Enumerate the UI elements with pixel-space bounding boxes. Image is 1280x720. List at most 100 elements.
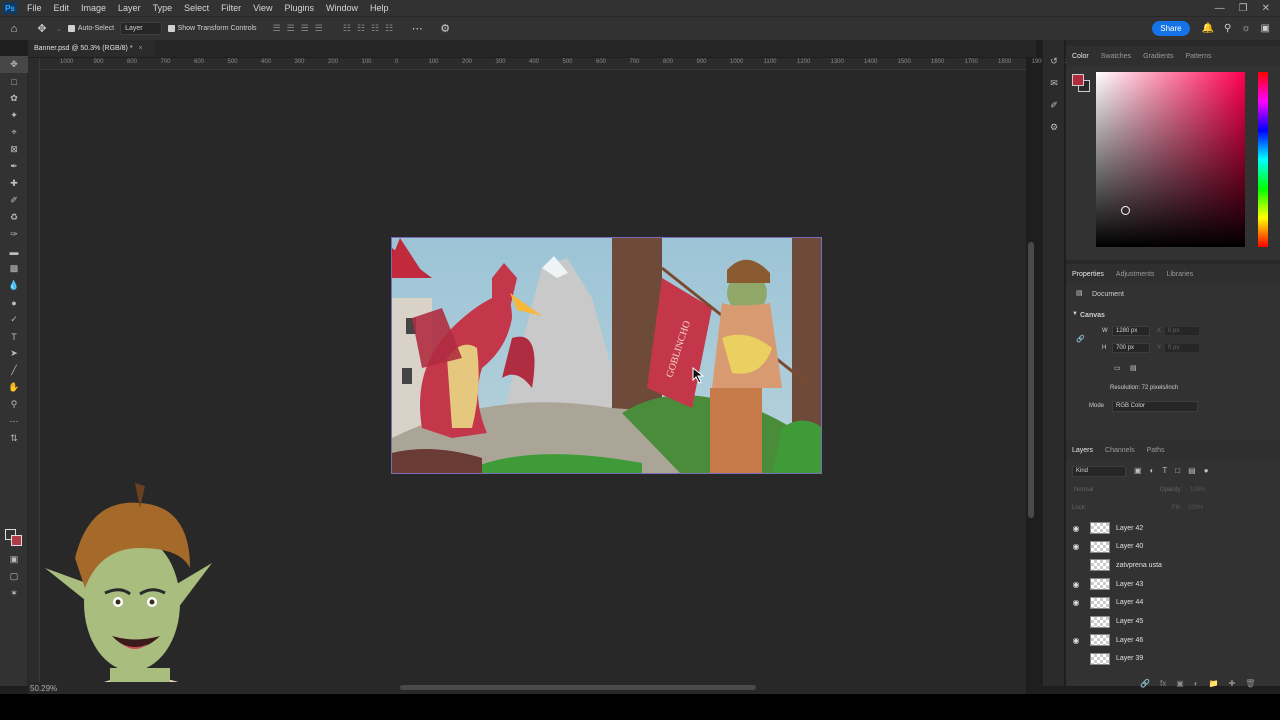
width-input[interactable]: 1280 px (1112, 326, 1150, 336)
document-tab[interactable]: Banner.psd @ 50.3% (RGB/8) * × (28, 40, 154, 57)
layer-row[interactable]: ◉ Layer 42 (1066, 519, 1274, 537)
hue-slider[interactable] (1258, 72, 1268, 247)
new-layer-icon[interactable]: ✚ (1229, 679, 1236, 688)
layer-name[interactable]: Layer 42 (1116, 525, 1143, 532)
delete-layer-icon[interactable]: 🗑 (1245, 679, 1255, 688)
layer-name[interactable]: Layer 44 (1116, 599, 1143, 606)
y-input[interactable]: 0 px (1164, 343, 1200, 353)
path-select-icon[interactable]: ➤ (0, 345, 28, 362)
brush-tool-icon[interactable]: ✐ (0, 192, 28, 209)
layer-name[interactable]: Layer 39 (1116, 655, 1143, 662)
tab-layers[interactable]: Layers (1072, 447, 1093, 454)
screen-mode-icon[interactable]: ▢ (0, 568, 28, 585)
distribute-icon[interactable]: ☰ (315, 23, 323, 34)
filter-smart-icon[interactable]: ▤ (1188, 466, 1196, 475)
history-brush-icon[interactable]: ✑ (0, 226, 28, 243)
panel-foreground-swatch[interactable] (1072, 74, 1084, 86)
layer-row[interactable]: Layer 45 (1066, 613, 1274, 631)
layer-select-dropdown[interactable]: Layer (120, 22, 162, 35)
discover-icon[interactable]: ☼ (1241, 23, 1250, 34)
new-group-icon[interactable]: 📁 (1209, 679, 1219, 688)
layer-row[interactable]: zatvprena usta (1066, 556, 1274, 574)
x-input[interactable]: 0 px (1164, 326, 1200, 336)
color-picker-field[interactable] (1096, 72, 1245, 247)
settings-gear-icon[interactable]: ⚙ (437, 21, 453, 37)
adjust-icon[interactable]: ⚙ (1043, 116, 1065, 138)
filter-pixel-icon[interactable]: ▣ (1134, 466, 1142, 475)
portrait-icon[interactable]: ▭ (1114, 364, 1121, 372)
align-right-icon[interactable]: ☰ (301, 23, 309, 34)
zoom-level[interactable]: 50.29% (30, 684, 57, 693)
type-tool-icon[interactable]: T (0, 328, 28, 345)
crop-tool-icon[interactable]: ⌖ (0, 124, 28, 141)
bell-icon[interactable]: 🔔 (1202, 23, 1214, 34)
layer-name[interactable]: Layer 46 (1116, 637, 1143, 644)
home-icon[interactable]: ⌂ (6, 21, 22, 37)
mode-dropdown[interactable]: RGB Color (1112, 401, 1198, 412)
generative-icon[interactable]: ✶ (0, 585, 28, 602)
tab-gradients[interactable]: Gradients (1143, 53, 1173, 60)
layer-row[interactable]: Layer 39 (1066, 650, 1274, 668)
move-tool-icon[interactable]: ✥ (0, 56, 28, 73)
hand-tool-icon[interactable]: ✋ (0, 379, 28, 396)
adjustment-layer-icon[interactable]: ◐ (1194, 679, 1199, 688)
close-icon[interactable]: ✕ (1262, 3, 1270, 14)
menu-plugins[interactable]: Plugins (278, 0, 320, 16)
layer-name[interactable]: Layer 45 (1116, 618, 1143, 625)
photoshop-logo[interactable]: Ps (3, 2, 17, 14)
layer-row[interactable]: ◉ Layer 46 (1066, 631, 1274, 649)
link-layers-icon[interactable]: 🔗 (1140, 679, 1150, 688)
healing-brush-icon[interactable]: ✚ (0, 175, 28, 192)
quick-mask-icon[interactable]: ▣ (0, 551, 28, 568)
layer-style-icon[interactable]: fx (1160, 679, 1166, 688)
tab-channels[interactable]: Channels (1105, 447, 1135, 454)
move-tool-icon[interactable]: ✥ (34, 21, 50, 37)
minimize-icon[interactable]: — (1215, 3, 1225, 14)
workspace-icon[interactable]: ▣ (1261, 23, 1270, 34)
tab-patterns[interactable]: Patterns (1185, 53, 1211, 60)
tab-properties[interactable]: Properties (1072, 271, 1104, 278)
restore-icon[interactable]: ❐ (1239, 3, 1248, 14)
visibility-eye-icon[interactable]: ◉ (1066, 598, 1086, 607)
filter-toggle-icon[interactable]: ● (1204, 466, 1209, 475)
eyedropper-icon[interactable]: ✒ (0, 158, 28, 175)
align-top-icon[interactable]: ☷ (343, 23, 351, 34)
visibility-eye-icon[interactable]: ◉ (1066, 580, 1086, 589)
opacity-input[interactable]: 100% (1190, 487, 1205, 493)
blend-mode-dropdown[interactable]: Normal (1074, 487, 1093, 493)
align-bottom-icon[interactable]: ☷ (371, 23, 379, 34)
document-canvas[interactable]: GOBLINCHO (391, 237, 822, 474)
menu-filter[interactable]: Filter (215, 0, 247, 16)
menu-window[interactable]: Window (320, 0, 364, 16)
distribute-vertical-icon[interactable]: ☷ (385, 23, 393, 34)
menu-type[interactable]: Type (147, 0, 179, 16)
history-icon[interactable]: ↺ (1043, 50, 1065, 72)
visibility-eye-icon[interactable]: ◉ (1066, 636, 1086, 645)
menu-layer[interactable]: Layer (112, 0, 147, 16)
stamp-tool-icon[interactable]: ♻ (0, 209, 28, 226)
eraser-tool-icon[interactable]: ▬ (0, 243, 28, 260)
background-color-swatch[interactable] (11, 535, 22, 546)
align-middle-icon[interactable]: ☷ (357, 23, 365, 34)
align-center-icon[interactable]: ☰ (287, 23, 295, 34)
layer-filter-dropdown[interactable]: Kind (1072, 466, 1126, 477)
search-icon[interactable]: ⚲ (1224, 23, 1231, 34)
menu-help[interactable]: Help (364, 0, 395, 16)
dodge-tool-icon[interactable]: ● (0, 294, 28, 311)
menu-select[interactable]: Select (178, 0, 215, 16)
more-options-icon[interactable]: ⋯ (409, 21, 425, 37)
color-picker-cursor[interactable] (1121, 206, 1130, 215)
more-tools-icon[interactable]: ⋯ (0, 413, 28, 430)
gradient-tool-icon[interactable]: ▩ (0, 260, 28, 277)
marquee-tool-icon[interactable]: □ (0, 73, 28, 90)
add-mask-icon[interactable]: ▣ (1176, 679, 1184, 688)
tab-libraries[interactable]: Libraries (1166, 271, 1193, 278)
frame-tool-icon[interactable]: ⊠ (0, 141, 28, 158)
layer-name[interactable]: Layer 40 (1116, 543, 1143, 550)
line-tool-icon[interactable]: ╱ (0, 362, 28, 379)
tab-color[interactable]: Color (1072, 53, 1089, 60)
share-button[interactable]: Share (1152, 21, 1190, 36)
lasso-tool-icon[interactable]: ✿ (0, 90, 28, 107)
layer-name[interactable]: Layer 43 (1116, 581, 1143, 588)
menu-file[interactable]: File (21, 0, 48, 16)
